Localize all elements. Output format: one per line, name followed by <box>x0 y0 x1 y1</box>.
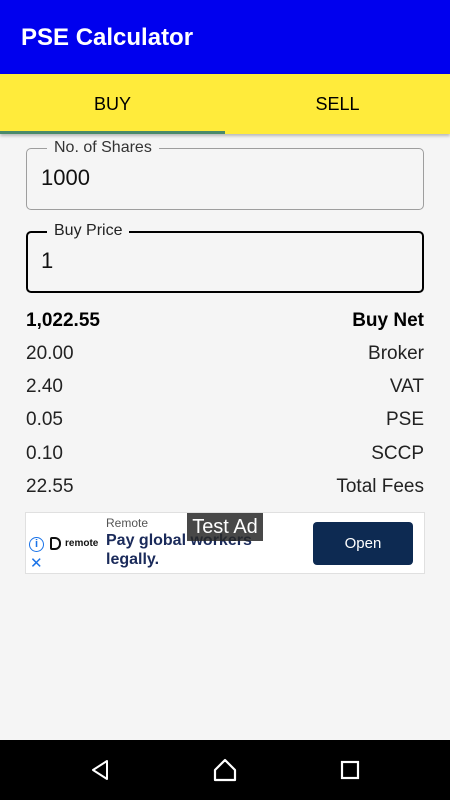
tab-buy[interactable]: BUY <box>0 74 225 134</box>
app-title: PSE Calculator <box>21 24 194 51</box>
vat-label: VAT <box>389 376 424 397</box>
buy-net-label: Buy Net <box>352 310 424 331</box>
info-icon[interactable]: i <box>29 537 44 552</box>
remote-logo-icon <box>50 536 61 550</box>
sccp-label: SCCP <box>371 443 424 464</box>
close-icon[interactable]: ✕ <box>30 556 43 571</box>
buy-price-field[interactable]: Buy Price 1 <box>26 222 424 293</box>
result-row-broker: 20.00 Broker <box>26 342 424 366</box>
total-fees-value: 22.55 <box>26 476 74 497</box>
shares-input[interactable]: 1000 <box>41 163 90 193</box>
broker-label: Broker <box>368 343 424 364</box>
shares-field-label: No. of Shares <box>47 139 159 157</box>
shares-field[interactable]: No. of Shares 1000 <box>26 139 424 210</box>
ad-open-button[interactable]: Open <box>313 522 413 565</box>
buy-price-input[interactable]: 1 <box>41 246 53 276</box>
ad-advertiser: Remote <box>106 516 149 530</box>
broker-value: 20.00 <box>26 343 74 364</box>
recents-icon[interactable] <box>320 740 380 800</box>
advertiser-logo: remote <box>50 535 98 551</box>
back-icon[interactable] <box>70 740 130 800</box>
result-row-sccp: 0.10 SCCP <box>26 442 424 466</box>
home-icon[interactable] <box>195 740 255 800</box>
test-ad-badge: Test Ad <box>187 513 263 541</box>
result-row-pse: 0.05 PSE <box>26 408 424 432</box>
system-nav-bar <box>0 740 450 800</box>
result-row-vat: 2.40 VAT <box>26 375 424 399</box>
result-row-total-fees: 22.55 Total Fees <box>26 475 424 499</box>
total-fees-label: Total Fees <box>336 476 424 497</box>
result-row-buy-net: 1,022.55 Buy Net <box>26 309 424 333</box>
vat-value: 2.40 <box>26 376 63 397</box>
advertiser-logo-text: remote <box>65 537 99 549</box>
buy-price-field-label: Buy Price <box>47 222 130 240</box>
tab-indicator <box>0 131 225 134</box>
tab-sell[interactable]: SELL <box>225 74 450 134</box>
app-bar: PSE Calculator <box>0 0 450 74</box>
pse-label: PSE <box>385 409 424 430</box>
buy-net-value: 1,022.55 <box>26 310 100 331</box>
tab-bar: BUY SELL <box>0 74 450 134</box>
pse-value: 0.05 <box>26 409 63 430</box>
sccp-value: 0.10 <box>26 443 63 464</box>
